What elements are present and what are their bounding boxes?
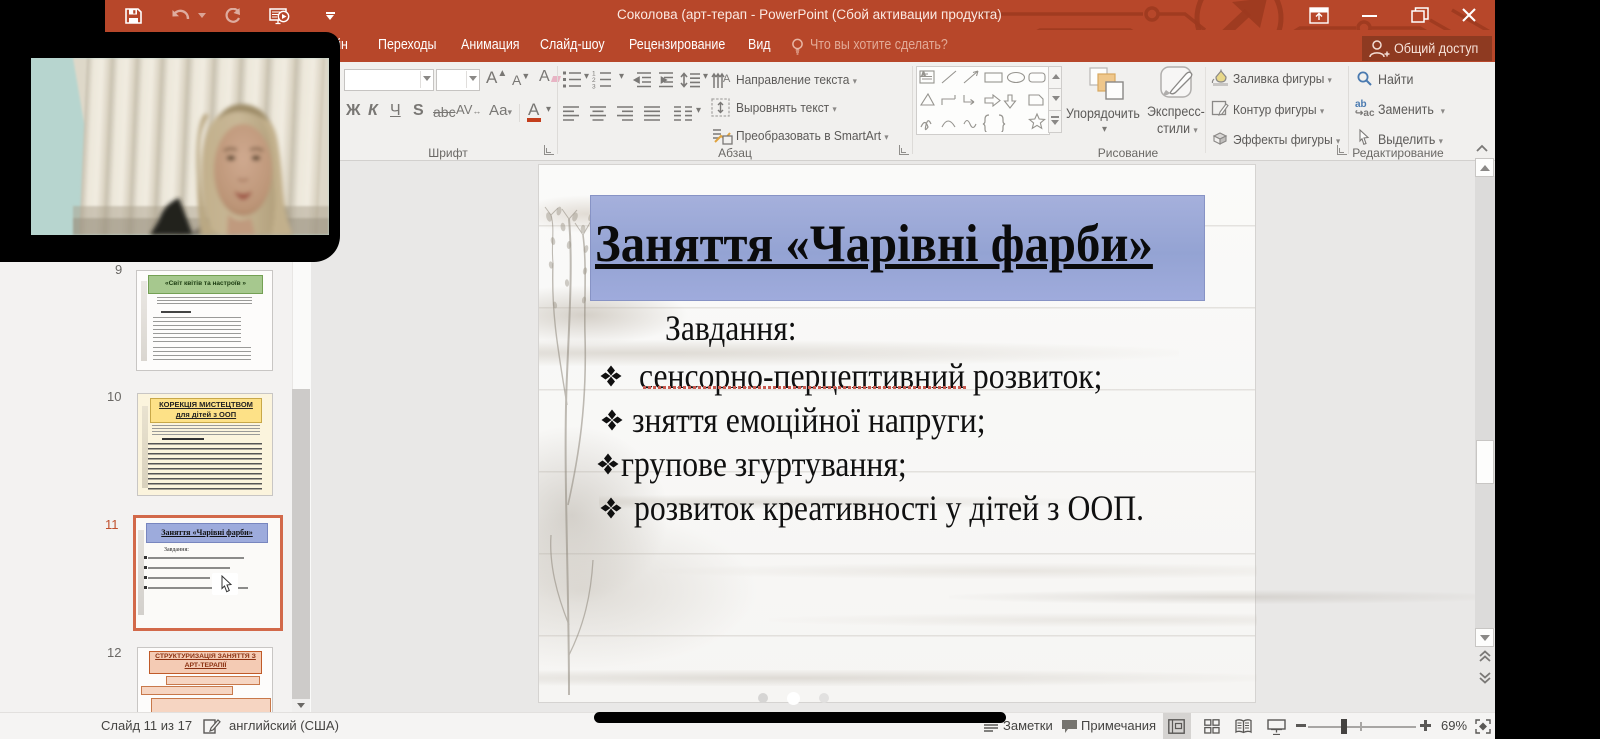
svg-text:A: A (921, 71, 926, 79)
svg-text:A: A (723, 73, 731, 85)
svg-text:3: 3 (592, 84, 596, 91)
